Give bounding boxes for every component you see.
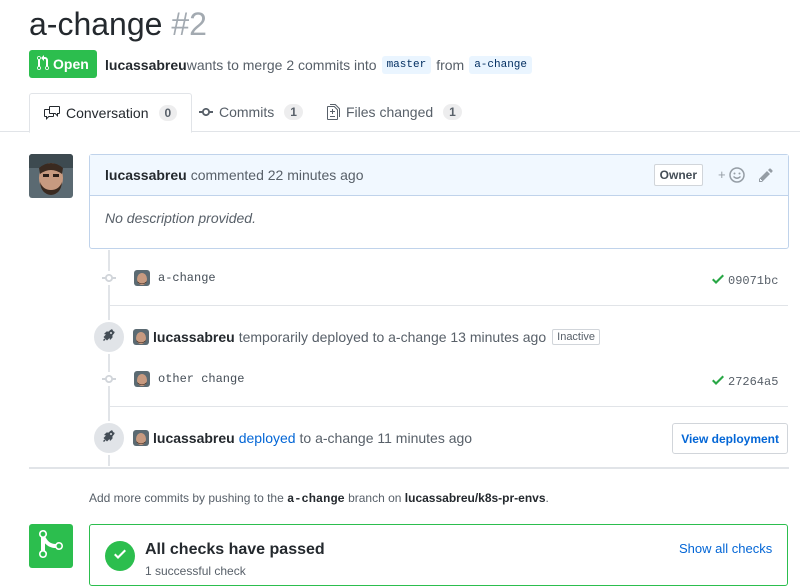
tab-files-changed-label: Files changed bbox=[346, 104, 434, 120]
deploy-event: lucassabreu deployed to a-change 11 minu… bbox=[153, 430, 472, 446]
check-icon bbox=[712, 271, 724, 291]
git-merge-icon bbox=[39, 528, 63, 565]
avatar-image bbox=[133, 329, 149, 345]
timeline-divider bbox=[108, 406, 788, 407]
avatar[interactable] bbox=[133, 430, 149, 446]
checks-subtitle: 1 successful check bbox=[145, 564, 246, 578]
comment-action: commented 22 minutes ago bbox=[190, 167, 364, 183]
deploy-text: temporarily deployed to a-change 13 minu… bbox=[238, 329, 547, 345]
checks-passed-badge bbox=[105, 541, 135, 571]
tab-commits[interactable]: Commits 1 bbox=[199, 93, 303, 131]
inactive-label: Inactive bbox=[552, 329, 601, 345]
commit-sha-text: 27264a5 bbox=[728, 375, 779, 389]
hint-middle: branch on bbox=[348, 491, 402, 505]
comment-box: lucassabreu commented 22 minutes ago Own… bbox=[89, 154, 789, 249]
deploy-author[interactable]: lucassabreu bbox=[153, 430, 235, 446]
from-text: from bbox=[436, 57, 465, 73]
pencil-icon[interactable] bbox=[759, 167, 773, 186]
commit-sha[interactable]: 27264a5 bbox=[712, 372, 778, 392]
pr-author-link[interactable]: lucassabreu bbox=[105, 57, 187, 73]
hint-repo: lucassabreu/k8s-pr-envs bbox=[404, 491, 546, 505]
avatar[interactable] bbox=[134, 270, 150, 286]
add-more-commits-hint: Add more commits by pushing to the a-cha… bbox=[89, 491, 549, 506]
rocket-icon bbox=[101, 428, 117, 449]
commit-sha[interactable]: 09071bc bbox=[712, 271, 778, 291]
add-reaction-icon[interactable]: + bbox=[718, 166, 746, 187]
check-icon bbox=[712, 372, 724, 392]
checks-title: All checks have passed bbox=[145, 541, 325, 558]
pr-number: #2 bbox=[171, 6, 207, 42]
base-branch[interactable]: master bbox=[381, 56, 432, 74]
comment-author[interactable]: lucassabreu bbox=[105, 167, 187, 183]
avatar-image bbox=[133, 430, 149, 446]
commit-sha-text: 09071bc bbox=[728, 274, 779, 288]
deployed-link[interactable]: deployed bbox=[239, 430, 296, 446]
git-pull-request-icon bbox=[37, 54, 49, 74]
show-all-checks-link[interactable]: Show all checks bbox=[679, 541, 772, 556]
tab-files-changed[interactable]: Files changed 1 bbox=[327, 93, 462, 131]
hint-branch: a-change bbox=[287, 492, 345, 506]
deploy-event: lucassabreu temporarily deployed to a-ch… bbox=[153, 329, 601, 345]
git-commit-icon bbox=[102, 372, 116, 386]
head-branch[interactable]: a-change bbox=[469, 56, 532, 74]
avatar[interactable] bbox=[134, 371, 150, 387]
avatar-image bbox=[134, 270, 150, 286]
svg-text:+: + bbox=[718, 167, 726, 182]
avatar-image bbox=[29, 154, 73, 198]
tab-commits-label: Commits bbox=[219, 104, 275, 120]
comment-header: lucassabreu commented 22 minutes ago Own… bbox=[90, 155, 788, 196]
tab-conversation[interactable]: Conversation 0 bbox=[29, 93, 193, 133]
avatar[interactable] bbox=[29, 154, 73, 198]
pr-title-text: a-change bbox=[29, 6, 163, 42]
commit-message[interactable]: a-change bbox=[158, 271, 216, 285]
avatar[interactable] bbox=[133, 329, 149, 345]
timeline-divider bbox=[108, 305, 788, 306]
deploy-text: to a-change 11 minutes ago bbox=[299, 430, 473, 446]
deploy-author[interactable]: lucassabreu bbox=[153, 329, 235, 345]
avatar-image bbox=[134, 371, 150, 387]
merge-status-badge bbox=[29, 524, 73, 568]
pr-state-label: Open bbox=[53, 56, 89, 72]
rocket-icon bbox=[101, 327, 117, 348]
pr-state-badge: Open bbox=[29, 50, 97, 78]
tab-conversation-count: 0 bbox=[158, 105, 178, 121]
file-diff-icon bbox=[327, 104, 340, 120]
tab-conversation-label: Conversation bbox=[66, 105, 149, 121]
timeline-end-divider bbox=[29, 467, 789, 469]
tab-commits-count: 1 bbox=[284, 104, 303, 120]
tab-files-changed-count: 1 bbox=[443, 104, 462, 120]
check-icon bbox=[113, 546, 127, 567]
pr-title: a-change #2 bbox=[29, 4, 207, 44]
rocket-badge bbox=[92, 320, 126, 354]
git-commit-icon bbox=[102, 271, 116, 285]
comment-discussion-icon bbox=[44, 105, 60, 121]
rocket-badge bbox=[92, 421, 126, 455]
view-deployment-button[interactable]: View deployment bbox=[672, 423, 788, 454]
owner-label: Owner bbox=[653, 164, 703, 186]
comment-body: No description provided. bbox=[105, 210, 256, 226]
commit-message[interactable]: other change bbox=[158, 372, 244, 386]
hint-prefix: Add more commits by pushing to the bbox=[89, 491, 284, 505]
merge-text: wants to merge 2 commits into bbox=[186, 57, 377, 73]
pr-meta: lucassabreu wants to merge 2 commits int… bbox=[105, 56, 537, 74]
git-commit-icon bbox=[199, 104, 213, 120]
hint-suffix: . bbox=[545, 491, 549, 505]
